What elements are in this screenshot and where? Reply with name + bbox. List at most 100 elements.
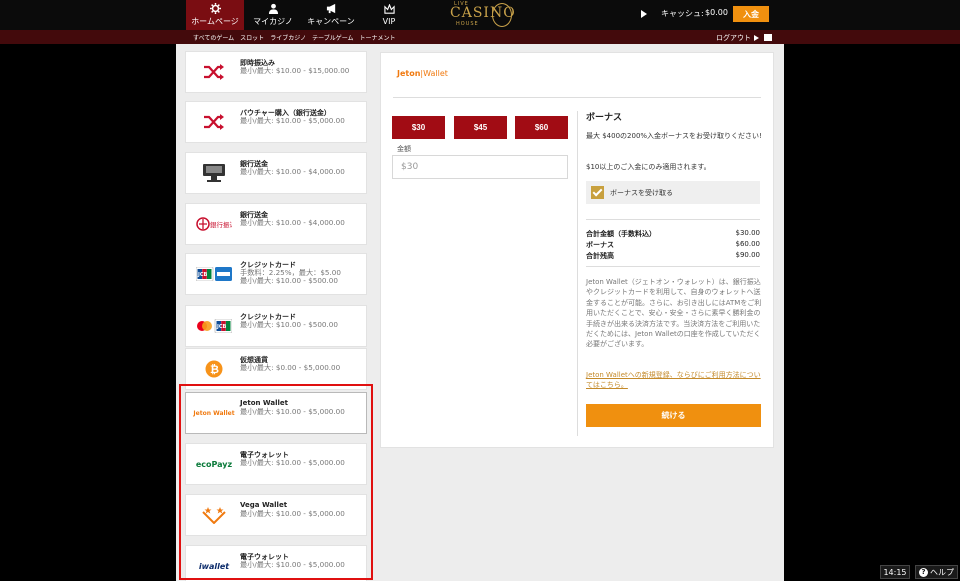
nav-campaign[interactable]: キャンペーン <box>302 0 360 30</box>
gear-icon <box>209 3 221 14</box>
logo-line3: HOUSE <box>456 21 479 27</box>
casino-logo[interactable]: LIVE CASINO HOUSE <box>446 1 516 29</box>
iwallet-logo-text: iwallet <box>198 561 230 571</box>
main-nav: ホームページ マイカジノ キャンペーン VIP <box>186 0 418 30</box>
bonus-title: ボーナス <box>586 113 623 123</box>
exit-icon[interactable] <box>764 34 772 41</box>
play-icon <box>754 35 759 41</box>
iwallet-logo: iwallet <box>194 554 234 578</box>
subnav-tournament[interactable]: トーナメント <box>360 33 396 42</box>
jcb-amex-icon: JCB <box>194 262 234 286</box>
bonus-checkbox[interactable] <box>591 186 604 199</box>
summary-value: $30.00 <box>735 229 761 237</box>
payment-method-card[interactable]: JCB クレジットカード 最小/最大: $10.00 - $500.00 <box>185 305 367 347</box>
bonus-note: $10以上のご入金にのみ適用されます。 <box>586 163 711 171</box>
svg-text:₿: ₿ <box>210 363 219 376</box>
jeton-info-text: Jeton Wallet（ジェトオン・ウォレット）は、銀行振込やクレジットカード… <box>586 278 762 349</box>
shuffle-icon <box>194 60 234 84</box>
amount-input[interactable] <box>392 155 568 179</box>
payment-method-card[interactable]: JCB クレジットカード 手数料：2.25%，最大：$5.00 最小/最大: $… <box>185 253 367 295</box>
subnav-live-casino[interactable]: ライブカジノ <box>270 33 306 42</box>
nav-my-casino-label: マイカジノ <box>253 17 293 26</box>
amount-label: 金額 <box>397 145 411 153</box>
divider <box>586 266 760 267</box>
amount-45-button[interactable]: $45 <box>454 116 507 139</box>
payment-method-limits: 手数料：2.25%，最大：$5.00 最小/最大: $10.00 - $500.… <box>240 268 341 285</box>
summary-label: 合計金額（手数料込） <box>586 230 656 238</box>
summary-value: $90.00 <box>735 251 761 259</box>
payment-method-card[interactable]: 銀行送金 最小/最大: $10.00 - $4,000.00 <box>185 152 367 194</box>
logout-link[interactable]: ログアウト <box>716 33 751 43</box>
payment-method-limits: 最小/最大: $10.00 - $500.00 <box>240 320 338 329</box>
help-label: ヘルプ <box>930 567 954 577</box>
payment-method-limits: 最小/最大: $0.00 - $5,000.00 <box>240 363 341 372</box>
question-icon: ? <box>919 567 928 577</box>
play-icon[interactable] <box>641 10 647 18</box>
crown-icon <box>383 4 395 14</box>
summary-row: 合計金額（手数料込） $30.00 <box>586 229 760 239</box>
game-category-nav: すべてのゲーム スロット ライブカジノ テーブルゲーム トーナメント <box>193 33 396 42</box>
payment-method-card[interactable]: iwallet 電子ウォレット 最小/最大: $10.00 - $5,000.0… <box>185 545 367 581</box>
nav-home-label: ホームページ <box>191 17 239 26</box>
payment-method-limits: 最小/最大: $10.00 - $5,000.00 <box>240 458 345 467</box>
nav-vip[interactable]: VIP <box>360 0 418 30</box>
mastercard-jcb-icon: JCB <box>194 314 234 338</box>
deposit-button[interactable]: 入金 <box>733 6 769 22</box>
payment-method-title: Jeton Wallet <box>240 399 289 407</box>
payment-method-card[interactable]: 即時振込み 最小/最大: $10.00 - $15,000.00 <box>185 51 367 93</box>
payment-method-card-selected[interactable]: Jeton Wallet Jeton Wallet 最小/最大: $10.00 … <box>185 392 367 434</box>
summary-row: 合計残高 $90.00 <box>586 251 760 261</box>
nav-my-casino[interactable]: マイカジノ <box>244 0 302 30</box>
bonus-checkbox-row[interactable]: ボーナスを受け取る <box>586 181 760 204</box>
divider <box>393 97 761 98</box>
amount-30-button[interactable]: $30 <box>392 116 445 139</box>
cash-label: キャッシュ: <box>661 9 704 18</box>
payment-method-limits: 最小/最大: $10.00 - $4,000.00 <box>240 218 345 227</box>
bonus-checkbox-label: ボーナスを受け取る <box>610 189 673 197</box>
payment-method-card[interactable]: 銀行振込 銀行送金 最小/最大: $10.00 - $4,000.00 <box>185 203 367 245</box>
payment-method-card[interactable]: Vega Wallet 最小/最大: $10.00 - $5,000.00 <box>185 494 367 536</box>
jeton-wallet-logo: Jeton|Wallet <box>397 69 448 78</box>
bonus-description: 最大 $400の200%入金ボーナスをお受け取りください! <box>586 132 762 140</box>
continue-button[interactable]: 続ける <box>586 404 761 427</box>
nav-vip-label: VIP <box>382 17 396 26</box>
shuffle-icon <box>194 110 234 134</box>
subnav-all-games[interactable]: すべてのゲーム <box>193 33 234 42</box>
bank-atm-icon <box>194 161 234 185</box>
megaphone-icon <box>326 3 335 14</box>
svg-text:銀行振込: 銀行振込 <box>210 220 232 229</box>
jeton-wallet-logo-text: Jeton Wallet <box>193 409 235 417</box>
vega-wallet-logo <box>194 503 234 527</box>
svg-text:JCB: JCB <box>197 272 208 278</box>
cash-value: $0.00 <box>705 8 728 17</box>
payment-method-card[interactable]: ₿ 仮想通貨 最小/最大: $0.00 - $5,000.00 <box>185 348 367 390</box>
subnav-table-games[interactable]: テーブルゲーム <box>312 33 353 42</box>
payment-method-limits: 最小/最大: $10.00 - $5,000.00 <box>240 116 345 125</box>
subnav-slots[interactable]: スロット <box>240 33 264 42</box>
nav-campaign-label: キャンペーン <box>307 17 355 26</box>
clock: 14:15 <box>880 565 910 579</box>
summary-value: $60.00 <box>735 240 761 248</box>
bitcoin-icon: ₿ <box>194 357 234 381</box>
summary-row: ボーナス $60.00 <box>586 240 760 250</box>
sub-bar <box>0 30 960 44</box>
help-button[interactable]: ? ヘルプ <box>915 565 958 579</box>
divider <box>577 111 578 436</box>
user-icon <box>268 3 278 14</box>
svg-text:JCB: JCB <box>216 324 227 330</box>
payment-method-title: Vega Wallet <box>240 501 288 509</box>
logo-wallet-text: Wallet <box>423 69 448 78</box>
ecopayz-logo: ecoPayz <box>194 452 234 476</box>
payment-method-card[interactable]: バウチャー購入（銀行送金） 最小/最大: $10.00 - $5,000.00 <box>185 101 367 143</box>
nav-home[interactable]: ホームページ <box>186 0 244 30</box>
summary-label: 合計残高 <box>586 252 614 260</box>
payment-method-card[interactable]: ecoPayz 電子ウォレット 最小/最大: $10.00 - $5,000.0… <box>185 443 367 485</box>
jeton-info-link[interactable]: Jeton Walletへの新規登録、ならびにご利用方法についてはこちら。 <box>586 370 762 391</box>
ecopayz-logo-text: ecoPayz <box>195 459 233 469</box>
summary-label: ボーナス <box>586 241 614 249</box>
amount-60-button[interactable]: $60 <box>515 116 568 139</box>
jeton-wallet-logo: Jeton Wallet <box>193 401 235 425</box>
logo-medal-icon <box>492 3 512 27</box>
bank-transfer-icon: 銀行振込 <box>194 212 234 236</box>
logo-jeton-text: Jeton <box>397 69 421 78</box>
